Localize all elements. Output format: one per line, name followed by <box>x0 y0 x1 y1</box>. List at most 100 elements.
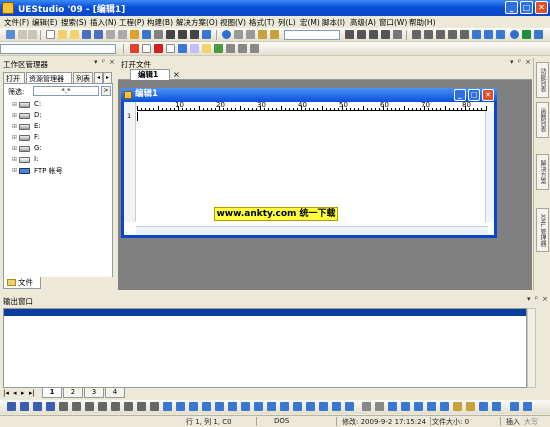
output-tab-2[interactable]: 2 <box>63 388 83 398</box>
panel-close-icon[interactable]: × <box>525 58 531 66</box>
editor-close-button[interactable]: ✕ <box>482 89 494 101</box>
outdent-icon[interactable] <box>424 30 433 39</box>
menu-search[interactable]: 搜索(S) <box>61 17 87 28</box>
dictionary-icon[interactable] <box>178 44 187 53</box>
checkbox-icon[interactable] <box>228 402 237 411</box>
yahoo-icon[interactable] <box>154 44 163 53</box>
panel-close-icon[interactable]: × <box>109 58 115 66</box>
open-folder-icon[interactable] <box>58 30 67 39</box>
browser-icon[interactable] <box>222 30 231 39</box>
tab-function-list-2[interactable]: 函数列表 <box>536 102 549 138</box>
hr-icon[interactable] <box>280 402 289 411</box>
forward-icon[interactable] <box>28 30 37 39</box>
bold-icon[interactable] <box>7 402 16 411</box>
run-icon[interactable] <box>522 30 531 39</box>
ftp-upload-icon[interactable] <box>510 402 519 411</box>
indent-icon[interactable] <box>412 30 421 39</box>
line-ending-format[interactable]: DOS <box>274 417 289 425</box>
minimize-button[interactable]: _ <box>505 1 518 14</box>
next-tab-icon[interactable]: ▸ <box>21 389 25 397</box>
menu-solution[interactable]: 解决方案(O) <box>176 17 218 28</box>
last-tab-icon[interactable]: ▸| <box>29 389 35 397</box>
asp-icon[interactable] <box>427 402 436 411</box>
first-tab-icon[interactable]: |◂ <box>3 389 9 397</box>
menu-project[interactable]: 工程(P) <box>119 17 144 28</box>
form-icon[interactable] <box>189 402 198 411</box>
validate-icon[interactable] <box>375 402 384 411</box>
save-icon[interactable] <box>82 30 91 39</box>
pin-icon[interactable]: ᵖ <box>102 58 105 66</box>
tab-scroll-right-icon[interactable]: ▸ <box>103 72 112 83</box>
menu-window[interactable]: 窗口(W) <box>379 17 407 28</box>
jsp-icon[interactable] <box>440 402 449 411</box>
tab-list[interactable]: 列表 <box>73 72 93 83</box>
tab-solution[interactable]: 解决方案 <box>536 154 549 190</box>
compile-icon[interactable] <box>130 44 139 53</box>
copy-icon[interactable] <box>246 30 255 39</box>
open-recent-icon[interactable] <box>70 30 79 39</box>
menu-macro[interactable]: 宏(M) <box>300 17 320 28</box>
menu-script[interactable]: 脚本(I) <box>322 17 345 28</box>
panel-close-icon[interactable]: × <box>542 295 548 303</box>
options-icon[interactable] <box>523 402 532 411</box>
dropdown-icon[interactable]: ▾ <box>527 295 531 303</box>
print-icon[interactable] <box>106 30 115 39</box>
tab-xml-manager[interactable]: XML 管理器 <box>536 208 549 252</box>
button-icon[interactable] <box>254 402 263 411</box>
pin-icon[interactable]: ᵖ <box>518 58 521 66</box>
link-icon[interactable] <box>306 402 315 411</box>
comment-icon[interactable] <box>332 402 341 411</box>
editor-maximize-button[interactable]: □ <box>468 89 480 101</box>
wikipedia-icon[interactable] <box>166 44 175 53</box>
php-icon[interactable] <box>414 402 423 411</box>
clipboard-icon[interactable] <box>270 30 279 39</box>
indent-icon[interactable] <box>137 402 146 411</box>
maximize-button[interactable]: □ <box>520 1 533 14</box>
close-file-icon[interactable] <box>154 30 163 39</box>
find-in-files-icon[interactable] <box>381 30 390 39</box>
paste-icon[interactable] <box>258 30 267 39</box>
word-wrap-icon[interactable] <box>166 30 175 39</box>
output-scrollbar[interactable] <box>527 308 536 388</box>
align-left-icon[interactable] <box>436 30 445 39</box>
tab-edit1[interactable]: 编辑1 <box>130 69 170 80</box>
spell-check-icon[interactable] <box>214 44 223 53</box>
clipboard-select[interactable] <box>284 30 340 40</box>
thesaurus-icon[interactable] <box>190 44 199 53</box>
web-icon[interactable] <box>510 30 519 39</box>
binoculars-icon[interactable] <box>345 30 354 39</box>
close-button[interactable]: ✕ <box>535 1 548 14</box>
bullets-icon[interactable] <box>111 402 120 411</box>
settings-icon[interactable] <box>238 44 247 53</box>
editor-horizontal-scrollbar[interactable] <box>136 226 488 235</box>
function-select[interactable] <box>0 44 116 54</box>
html-tidy-icon[interactable] <box>492 402 501 411</box>
output-tab-1[interactable]: 1 <box>42 388 62 398</box>
radio-icon[interactable] <box>241 402 250 411</box>
cut-icon[interactable] <box>234 30 243 39</box>
new-project-icon[interactable] <box>6 30 15 39</box>
menu-advanced[interactable]: 高级(A) <box>350 17 376 28</box>
tab-scroll-left-icon[interactable]: ◂ <box>94 72 103 83</box>
editor-vertical-scrollbar[interactable] <box>485 111 494 222</box>
menu-build[interactable]: 构建(B) <box>147 17 173 28</box>
configure-icon[interactable] <box>250 44 259 53</box>
upload-icon[interactable] <box>142 30 151 39</box>
prev-tab-icon[interactable]: ◂ <box>13 389 17 397</box>
output-window[interactable] <box>3 308 527 388</box>
split-icon[interactable] <box>460 30 469 39</box>
window-cascade-icon[interactable] <box>484 30 493 39</box>
back-icon[interactable] <box>18 30 27 39</box>
pin-icon[interactable]: ᵖ <box>535 295 538 303</box>
menu-edit[interactable]: 编辑(E) <box>32 17 58 28</box>
ftp-icon[interactable] <box>130 30 139 39</box>
css-icon[interactable] <box>388 402 397 411</box>
template-icon[interactable] <box>466 402 475 411</box>
find-next-icon[interactable] <box>357 30 366 39</box>
frame-icon[interactable] <box>202 402 211 411</box>
menu-column[interactable]: 列(L) <box>278 17 296 28</box>
menu-insert[interactable]: 插入(N) <box>90 17 116 28</box>
code-icon[interactable] <box>319 402 328 411</box>
filter-input[interactable]: *.* <box>33 86 99 96</box>
menu-format[interactable]: 格式(T) <box>249 17 274 28</box>
